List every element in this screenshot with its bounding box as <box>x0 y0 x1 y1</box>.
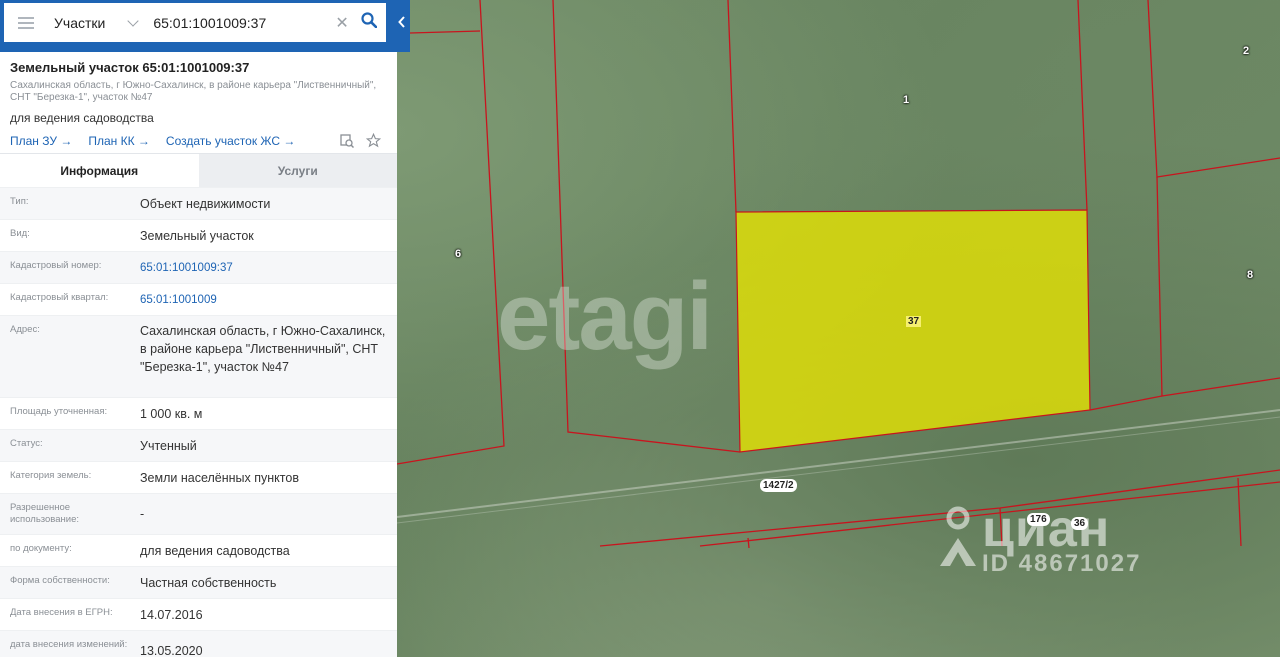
chevron-left-icon <box>398 16 405 28</box>
clear-icon[interactable]: ✕ <box>335 13 348 33</box>
plan-zu-link[interactable]: План ЗУ → <box>10 134 72 148</box>
search-bar: Участки ✕ <box>0 0 410 52</box>
table-row: Площадь уточненная: 1 000 кв. м <box>0 397 397 429</box>
row-key: Разрешенное использование: <box>10 502 80 525</box>
row-key: Тип: <box>10 196 29 207</box>
collapse-panel-button[interactable] <box>394 0 410 44</box>
page-title: Земельный участок 65:01:1001009:37 <box>10 60 250 75</box>
layer-select[interactable]: Участки <box>54 14 140 31</box>
table-row: Тип: Объект недвижимости <box>0 187 397 219</box>
parcel-label[interactable]: 6 <box>455 248 461 260</box>
chevron-down-icon <box>127 14 140 27</box>
parcel-label[interactable]: 8 <box>1247 269 1253 281</box>
row-value: Частная собственность <box>140 575 277 590</box>
table-row: Кадастровый номер: 65:01:1001009:37 <box>0 251 397 283</box>
row-value: 1 000 кв. м <box>140 406 203 421</box>
table-row: Вид: Земельный участок <box>0 219 397 251</box>
plan-kk-link[interactable]: План КК → <box>88 134 150 148</box>
cadastral-number-link[interactable]: 65:01:1001009:37 <box>132 252 397 283</box>
row-value: Учтенный <box>140 438 197 453</box>
parcel-label[interactable]: 2 <box>1243 45 1249 57</box>
row-value: Объект недвижимости <box>140 196 271 211</box>
row-key: Площадь уточненная: <box>10 406 108 417</box>
row-key: Кадастровый номер: <box>10 260 102 271</box>
table-row: по документу: для ведения садоводства <box>0 534 397 566</box>
parcel-address: Сахалинская область, г Южно-Сахалинск, в… <box>10 80 377 103</box>
table-row: Разрешенное использование: - <box>0 493 397 534</box>
row-key: Дата внесения в ЕГРН: <box>10 607 113 618</box>
create-plot-link[interactable]: Создать участок ЖС → <box>166 134 295 148</box>
row-value: для ведения садоводства <box>140 543 290 558</box>
row-key: Кадастровый квартал: <box>10 292 109 303</box>
row-key: дата внесения изменений: <box>10 639 128 650</box>
parcel-label[interactable]: 36 <box>1071 517 1089 530</box>
table-row: Дата внесения в ЕГРН: 14.07.2016 <box>0 598 397 630</box>
table-row: Форма собственности: Частная собственнос… <box>0 566 397 598</box>
panel-tabs: Информация Услуги <box>0 153 397 188</box>
parcel-label[interactable]: 1 <box>903 94 909 106</box>
star-icon[interactable] <box>366 133 381 148</box>
menu-icon[interactable] <box>18 16 34 29</box>
table-row: Адрес: Сахалинская область, г Южно-Сахал… <box>0 315 397 397</box>
etagi-watermark: etagi <box>497 263 713 370</box>
search-box: Участки ✕ <box>4 3 386 42</box>
layer-select-value: Участки <box>54 14 106 31</box>
row-value: Земельный участок <box>140 228 254 243</box>
row-value: 13.05.2020 <box>140 644 203 657</box>
row-value: Земли населённых пунктов <box>140 470 299 485</box>
info-table: Тип: Объект недвижимости Вид: Земельный … <box>0 187 397 657</box>
selected-parcel-37 <box>735 209 1091 453</box>
info-panel: Земельный участок 65:01:1001009:37 Сахал… <box>0 52 397 657</box>
row-value: Сахалинская область, г Южно-Сахалинск, в… <box>140 324 386 374</box>
row-value: - <box>140 507 145 521</box>
action-links: План ЗУ → План КК → Создать участок ЖС → <box>10 133 397 148</box>
table-row: Кадастровый квартал: 65:01:1001009 <box>0 283 397 315</box>
parcel-label[interactable]: 176 <box>1027 513 1050 526</box>
table-row: дата внесения изменений: 13.05.2020 <box>0 630 397 657</box>
row-key: по документу: <box>10 543 72 554</box>
tab-services[interactable]: Услуги <box>198 154 397 188</box>
search-icon[interactable] <box>361 12 378 33</box>
cian-logo-icon <box>940 506 976 566</box>
table-row: Статус: Учтенный <box>0 429 397 461</box>
table-row: Категория земель: Земли населённых пункт… <box>0 461 397 493</box>
tab-info[interactable]: Информация <box>0 154 199 188</box>
cadastral-quarter-link[interactable]: 65:01:1001009 <box>132 284 397 315</box>
selected-parcel-label[interactable]: 37 <box>906 316 922 327</box>
row-key: Статус: <box>10 438 43 449</box>
parcel-purpose: для ведения садоводства <box>10 111 154 125</box>
search-input[interactable] <box>153 14 324 31</box>
row-value: 14.07.2016 <box>140 607 203 622</box>
zoom-to-parcel-icon[interactable] <box>340 133 354 148</box>
row-key: Форма собственности: <box>10 575 110 586</box>
parcel-label[interactable]: 1427/2 <box>760 479 797 492</box>
row-key: Адрес: <box>10 324 40 335</box>
row-key: Вид: <box>10 228 30 239</box>
row-key: Категория земель: <box>10 470 92 481</box>
